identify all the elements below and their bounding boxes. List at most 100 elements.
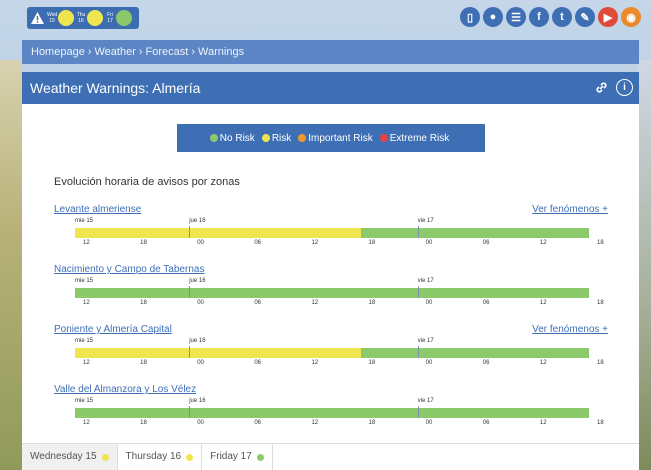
facebook-icon[interactable]: f [529, 7, 549, 27]
section-title: Evolución horaria de avisos por zonas [54, 176, 240, 188]
tab-label: Wednesday 15 [30, 451, 97, 462]
social-icons-bar: ▯ ● ☰ f t ✎ ▶ ◉ [460, 7, 641, 27]
day-boundary-tick [417, 406, 419, 418]
hour-label: 12 [539, 240, 547, 246]
mobile-icon[interactable]: ▯ [460, 7, 480, 27]
legend-label: Risk [271, 132, 292, 144]
hour-label: 00 [425, 300, 433, 306]
zone-timeline: Nacimiento y Campo de Tabernas mie 15 jue … [54, 264, 608, 316]
hour-label: 00 [425, 360, 433, 366]
mini-forecast-day[interactable]: Fri 17 [105, 10, 132, 26]
day-label: jue 16 [189, 338, 206, 344]
hour-label: 00 [197, 240, 204, 246]
breadcrumb-separator: › [87, 46, 92, 58]
day-label: vie 17 [417, 398, 434, 404]
background-scenery-right [637, 60, 651, 470]
ver-fenomenos-link[interactable]: Ver fenómenos + [532, 204, 608, 215]
day-labels-row: mie 15 jue 16 vie 17 [75, 218, 589, 227]
mini-forecast[interactable]: Wed 15 Thu 16 Fri 17 [27, 7, 139, 29]
hour-label: 18 [368, 360, 376, 366]
legend-item: No Risk [209, 132, 255, 144]
risk-timeline-bar [75, 346, 589, 358]
mini-forecast-day-number: 17 [107, 18, 113, 24]
breadcrumb-item[interactable]: Weather [95, 46, 136, 58]
day-tabs: Wednesday 15 Thursday 16 Friday 17 [22, 443, 639, 470]
hour-label: 06 [254, 240, 262, 246]
day-labels-row: mie 15 jue 16 vie 17 [75, 278, 589, 287]
zone-link[interactable]: Levante almeriense [54, 204, 141, 215]
android-icon[interactable]: ● [483, 7, 503, 27]
breadcrumb-separator: › [191, 46, 196, 58]
day-labels-row: mie 15 jue 16 vie 17 [75, 398, 589, 407]
risk-dot-icon [87, 10, 103, 26]
legend-dot-icon [261, 134, 270, 142]
hour-label: 06 [482, 240, 490, 246]
tab-day[interactable]: Friday 17 [202, 444, 273, 470]
hour-label: 18 [368, 300, 376, 306]
hour-label: 00 [425, 240, 433, 246]
day-boundary-tick [189, 346, 191, 358]
list-icon[interactable]: ☰ [506, 7, 526, 27]
legend-dot-icon [379, 134, 388, 142]
legend-item: Risk [261, 132, 292, 144]
edit-icon[interactable]: ✎ [575, 7, 595, 27]
legend-item: Extreme Risk [379, 132, 450, 144]
day-label: vie 17 [417, 338, 434, 344]
zone-link[interactable]: Valle del Almanzora y Los Vélez [54, 384, 196, 395]
day-boundary-tick [189, 406, 191, 418]
ver-fenomenos-link[interactable]: Ver fenómenos + [532, 324, 608, 335]
mini-forecast-day[interactable]: Thu 16 [76, 10, 103, 26]
day-boundary-tick [417, 286, 419, 298]
breadcrumb-item[interactable]: Forecast [146, 46, 189, 58]
tab-day[interactable]: Thursday 16 [118, 444, 203, 470]
risk-legend: No Risk Risk Important Risk Extreme Risk [177, 124, 485, 152]
breadcrumb-item[interactable]: Warnings [198, 46, 244, 58]
hour-label: 18 [597, 300, 604, 306]
day-label: jue 16 [189, 218, 206, 224]
day-labels-row: mie 15 jue 16 vie 17 [75, 338, 589, 347]
page-title: Weather Warnings: Almería [30, 80, 201, 96]
risk-dot-icon [116, 10, 132, 26]
hour-label: 18 [597, 360, 604, 366]
day-boundary-tick [417, 226, 419, 238]
legend-label: Extreme Risk [389, 132, 450, 144]
hour-labels-row: 12 18 00 06 12 18 00 06 12 18 [75, 360, 604, 369]
hour-label: 18 [368, 240, 376, 246]
hour-label: 18 [140, 360, 147, 366]
breadcrumb-item[interactable]: Homepage [31, 46, 85, 58]
hour-label: 12 [311, 420, 319, 426]
risk-segment [75, 228, 361, 238]
legend-item: Important Risk [298, 133, 373, 144]
youtube-icon[interactable]: ▶ [598, 7, 618, 27]
link-icon[interactable] [593, 79, 610, 96]
zone-link[interactable]: Nacimiento y Campo de Tabernas [54, 264, 204, 275]
rss-icon[interactable]: ◉ [621, 7, 641, 27]
mini-forecast-day-number: 15 [49, 18, 55, 24]
risk-timeline-bar [75, 286, 589, 298]
hour-labels-row: 12 18 00 06 12 18 00 06 12 18 [75, 300, 604, 309]
legend-label: No Risk [219, 132, 255, 144]
zone-timeline: Valle del Almanzora y Los Vélez mie 15 jue… [54, 384, 608, 436]
tab-day[interactable]: Wednesday 15 [22, 444, 118, 470]
hour-labels-row: 12 18 00 06 12 18 00 06 12 18 [75, 240, 604, 249]
hour-label: 18 [140, 420, 147, 426]
risk-segment [75, 408, 589, 418]
day-label: mie 15 [75, 398, 94, 404]
mini-forecast-day-label: Thu 16 [76, 12, 86, 24]
day-label: mie 15 [75, 218, 94, 224]
hour-label: 12 [311, 240, 319, 246]
hour-label: 00 [197, 420, 204, 426]
risk-dot-icon [58, 10, 74, 26]
hour-label: 00 [197, 300, 204, 306]
zone-link[interactable]: Poniente y Almería Capital [54, 324, 172, 335]
mini-forecast-day[interactable]: Wed 15 [47, 10, 74, 26]
day-label: jue 16 [189, 278, 206, 284]
tab-label: Thursday 16 [125, 451, 182, 462]
info-icon[interactable]: i [616, 79, 633, 96]
breadcrumb: Homepage › Weather › Forecast › Warnings [22, 40, 639, 64]
hour-label: 06 [254, 300, 262, 306]
twitter-icon[interactable]: t [552, 7, 572, 27]
risk-segment [75, 288, 589, 298]
day-boundary-tick [189, 286, 191, 298]
hour-label: 00 [197, 360, 204, 366]
